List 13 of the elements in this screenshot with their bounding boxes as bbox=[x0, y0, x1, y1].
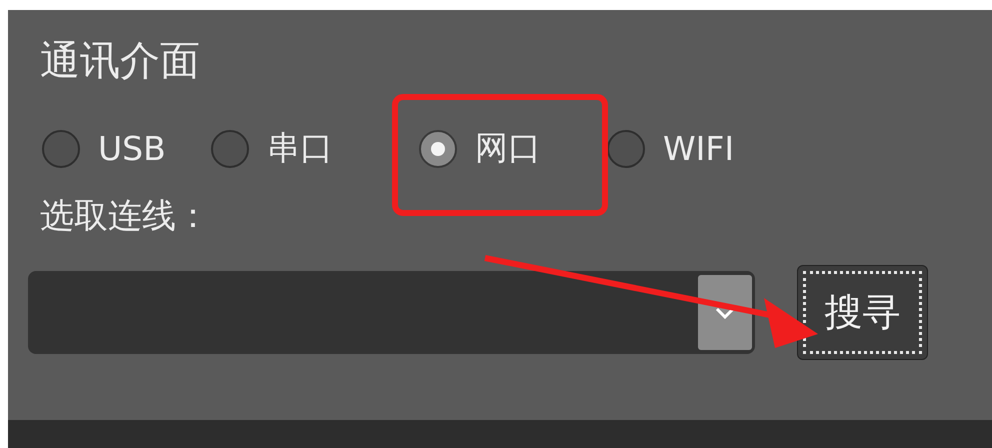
radio-label: WIFI bbox=[663, 129, 734, 168]
radio-label: USB bbox=[98, 129, 166, 168]
connection-label: 选取连线： bbox=[40, 195, 211, 238]
radio-button[interactable] bbox=[607, 130, 645, 168]
panel-title: 通讯介面 bbox=[40, 37, 201, 86]
radio-button[interactable] bbox=[42, 130, 80, 168]
search-button[interactable]: 搜寻 bbox=[797, 265, 928, 360]
radio-label: 串口 bbox=[267, 127, 333, 169]
radio-button[interactable] bbox=[419, 130, 457, 168]
connection-dropdown[interactable] bbox=[28, 271, 755, 354]
chevron-down-icon bbox=[715, 306, 735, 318]
radio-button[interactable] bbox=[211, 130, 249, 168]
radio-label: 网口 bbox=[475, 127, 541, 169]
